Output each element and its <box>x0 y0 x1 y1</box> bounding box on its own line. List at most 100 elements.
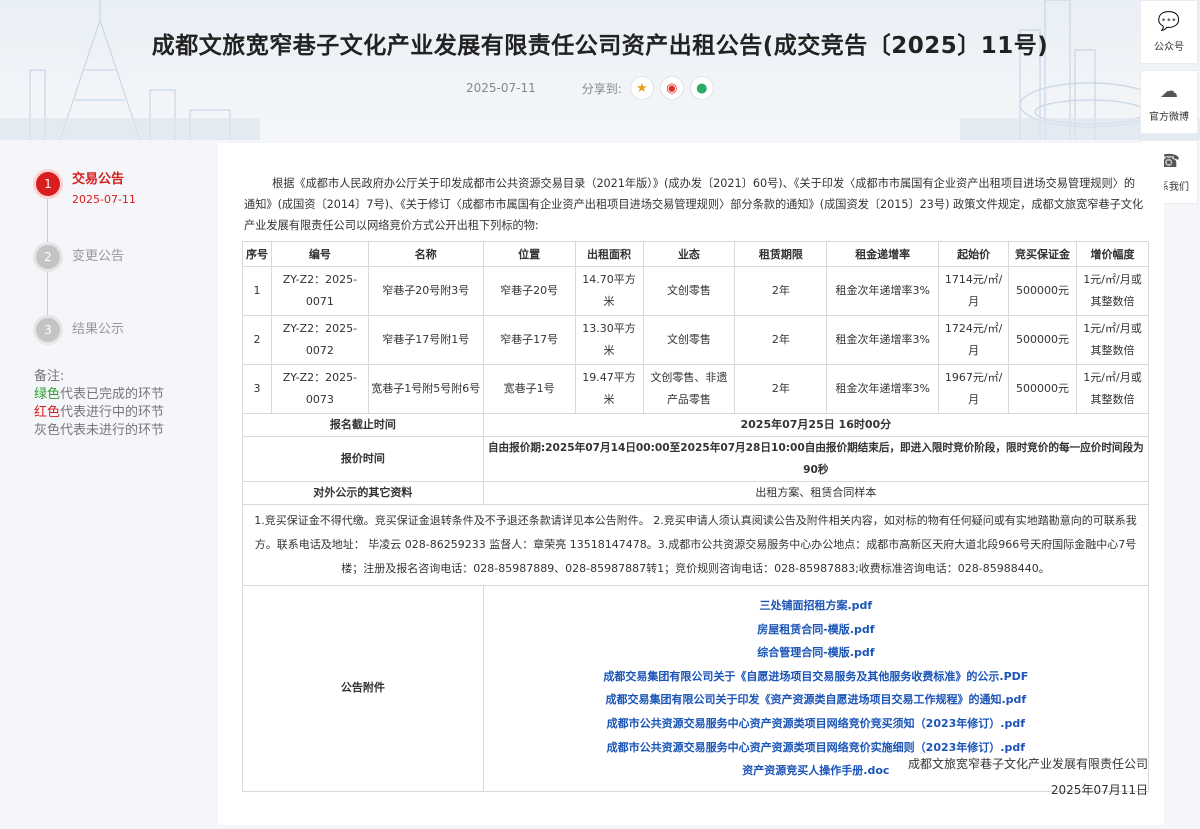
table-cell: ZY-Z2：2025-0071 <box>270 266 369 316</box>
attachment-link[interactable]: 成都交易集团有限公司关于印发《资产资源类自愿进场项目交易工作规程》的通知.pdf <box>484 688 1148 712</box>
other-material-value: 出租方案、租赁合同样本 <box>482 481 1150 505</box>
step-number: 2 <box>36 245 60 269</box>
share-label: 分享到: <box>581 81 622 96</box>
process-steps: 1 交易公告 2025-07-11 2 变更公告 3 结果公示 <box>36 172 206 391</box>
step-label: 变更公告 <box>72 249 125 264</box>
table-cell: 窄巷子20号附3号 <box>367 266 484 316</box>
signoff-date: 2025年07月11日 <box>1050 783 1148 797</box>
table-cell: 宽巷子1号 <box>482 364 576 414</box>
deadline-label: 报名截止时间 <box>242 413 484 437</box>
green-word: 绿色 <box>34 387 61 402</box>
wechat-icon[interactable]: ● <box>689 76 714 100</box>
table-cell: 1元/㎡/月或其整数倍 <box>1076 364 1149 414</box>
weibo-icon[interactable]: ◉ <box>659 76 684 100</box>
step-number: 3 <box>36 318 60 342</box>
page-title: 成都文旅宽窄巷子文化产业发展有限责任公司资产出租公告(成交竞告〔2025〕11号… <box>151 33 1049 59</box>
notes-line-red: 红色代表进行中的环节 <box>34 404 164 422</box>
tool-weibo[interactable]: ☁ 官方微博 <box>1140 70 1198 134</box>
table-cell: 19.47平方米 <box>574 364 644 414</box>
table-cell: 2年 <box>734 315 828 365</box>
col-header: 起始价 <box>938 241 1010 267</box>
attachment-link[interactable]: 房屋租赁合同-模版.pdf <box>484 618 1148 642</box>
table-cell: 窄巷子17号 <box>482 315 576 365</box>
table-cell: ZY-Z2：2025-0073 <box>270 364 369 414</box>
table-cell: 窄巷子17号附1号 <box>367 315 484 365</box>
attachments-label: 公告附件 <box>242 585 484 792</box>
red-word: 红色 <box>34 405 61 420</box>
table-cell: ZY-Z2：2025-0072 <box>270 315 369 365</box>
quote-time-label: 报价时间 <box>242 436 484 482</box>
step-label: 交易公告 <box>72 172 125 187</box>
col-header: 增价幅度 <box>1076 241 1149 267</box>
col-header: 序号 <box>242 241 272 267</box>
table-cell: 窄巷子20号 <box>482 266 576 316</box>
step-change-announcement[interactable]: 2 变更公告 <box>36 245 206 318</box>
table-cell: 宽巷子1号附5号附6号 <box>367 364 484 414</box>
attachment-link[interactable]: 成都市公共资源交易服务中心资产资源类项目网络竞价竞买须知（2023年修订）.pd… <box>484 712 1148 736</box>
table-cell: 1724元/㎡/月 <box>938 315 1010 365</box>
col-header: 租金递增率 <box>826 241 940 267</box>
table-cell: 500000元 <box>1008 364 1077 414</box>
quote-time-value: 自由报价期:2025年07月14日00:00至2025年07月28日10:00自… <box>482 436 1150 482</box>
other-material-label: 对外公示的其它资料 <box>242 481 484 505</box>
table-cell: 1元/㎡/月或其整数倍 <box>1076 266 1149 316</box>
meta-row: 2025-07-11 分享到: ★ ◉ ● <box>466 76 720 100</box>
deadline-row: 报名截止时间 2025年07月25日 16时00分 <box>242 413 1150 437</box>
header-banner <box>0 0 1200 140</box>
col-header: 出租面积 <box>574 241 644 267</box>
step-number: 1 <box>36 172 60 196</box>
step-label: 结果公示 <box>72 322 125 337</box>
table-cell: 500000元 <box>1008 315 1077 365</box>
table-cell: 租金次年递增率3% <box>826 266 940 316</box>
table-cell: 文创零售 <box>642 315 736 365</box>
tool-label: 公众号 <box>1154 42 1184 53</box>
table-cell: 3 <box>242 364 272 414</box>
attachment-link[interactable]: 综合管理合同-模版.pdf <box>484 641 1148 665</box>
attachment-link[interactable]: 成都交易集团有限公司关于《自愿进场项目交易服务及其他服务收费标准》的公示.PDF <box>484 665 1148 689</box>
table-cell: 2年 <box>734 266 828 316</box>
table-cell: 文创零售、非遗产品零售 <box>642 364 736 414</box>
col-header: 业态 <box>642 241 736 267</box>
table-cell: 13.30平方米 <box>574 315 644 365</box>
other-material-row: 对外公示的其它资料 出租方案、租赁合同样本 <box>242 481 1150 505</box>
asset-table: 序号 编号 名称 位置 出租面积 业态 租赁期限 租金递增率 起始价 竞买保证金… <box>242 241 1150 792</box>
notes-line-gray: 灰色代表未进行的环节 <box>34 423 165 438</box>
col-header: 位置 <box>482 241 576 267</box>
col-header: 编号 <box>270 241 369 267</box>
legend-notes: 备注: 绿色代表已完成的环节 红色代表进行中的环节 灰色代表未进行的环节 <box>34 368 164 440</box>
deadline-value: 2025年07月25日 16时00分 <box>482 413 1150 437</box>
weibo-icon: ☁ <box>1160 81 1178 102</box>
tool-wechat-official[interactable]: 💬 公众号 <box>1140 0 1198 64</box>
tool-label: 官方微博 <box>1149 112 1189 123</box>
intro-paragraph: 根据《成都市人民政府办公厅关于印发成都市公共资源交易目录（2021年版）》(成办… <box>244 177 1144 232</box>
announcement-card: 根据《成都市人民政府办公厅关于印发成都市公共资源交易目录（2021年版）》(成办… <box>218 143 1164 825</box>
table-cell: 1967元/㎡/月 <box>938 364 1010 414</box>
skyline-illustration <box>0 0 1200 140</box>
col-header: 名称 <box>367 241 484 267</box>
notes-line-green: 绿色代表已完成的环节 <box>34 386 164 404</box>
table-cell: 1 <box>242 266 272 316</box>
table-cell: 租金次年递增率3% <box>826 315 940 365</box>
notes-row: 1.竞买保证金不得代缴。竞买保证金退转条件及不予退还条款请详见本公告附件。 2.… <box>242 504 1149 586</box>
red-rest: 代表进行中的环节 <box>60 405 165 420</box>
table-cell: 文创零售 <box>642 266 736 316</box>
table-row: 2 ZY-Z2：2025-0072 窄巷子17号附1号 窄巷子17号 13.30… <box>242 315 1149 365</box>
publish-date: 2025-07-11 <box>466 81 536 95</box>
table-cell: 租金次年递增率3% <box>826 364 940 414</box>
step-date: 2025-07-11 <box>72 193 136 206</box>
quote-time-row: 报价时间 自由报价期:2025年07月14日00:00至2025年07月28日1… <box>242 436 1150 482</box>
attachment-link[interactable]: 三处铺面招租方案.pdf <box>484 594 1148 618</box>
table-row: 3 ZY-Z2：2025-0073 宽巷子1号附5号附6号 宽巷子1号 19.4… <box>242 364 1149 414</box>
table-cell: 500000元 <box>1008 266 1077 316</box>
signoff-company: 成都文旅宽窄巷子文化产业发展有限责任公司 <box>907 757 1148 771</box>
table-cell: 1714元/㎡/月 <box>938 266 1010 316</box>
table-cell: 2 <box>242 315 272 365</box>
notes-text: 1.竞买保证金不得代缴。竞买保证金退转条件及不予退还条款请详见本公告附件。 2.… <box>242 504 1149 586</box>
table-header: 序号 编号 名称 位置 出租面积 业态 租赁期限 租金递增率 起始价 竞买保证金… <box>242 241 1149 267</box>
step-trade-announcement[interactable]: 1 交易公告 2025-07-11 <box>36 172 206 245</box>
col-header: 租赁期限 <box>734 241 828 267</box>
green-rest: 代表已完成的环节 <box>60 387 165 402</box>
table-cell: 14.70平方米 <box>574 266 644 316</box>
star-icon[interactable]: ★ <box>629 76 654 100</box>
table-row: 1 ZY-Z2：2025-0071 窄巷子20号附3号 窄巷子20号 14.70… <box>242 266 1149 316</box>
